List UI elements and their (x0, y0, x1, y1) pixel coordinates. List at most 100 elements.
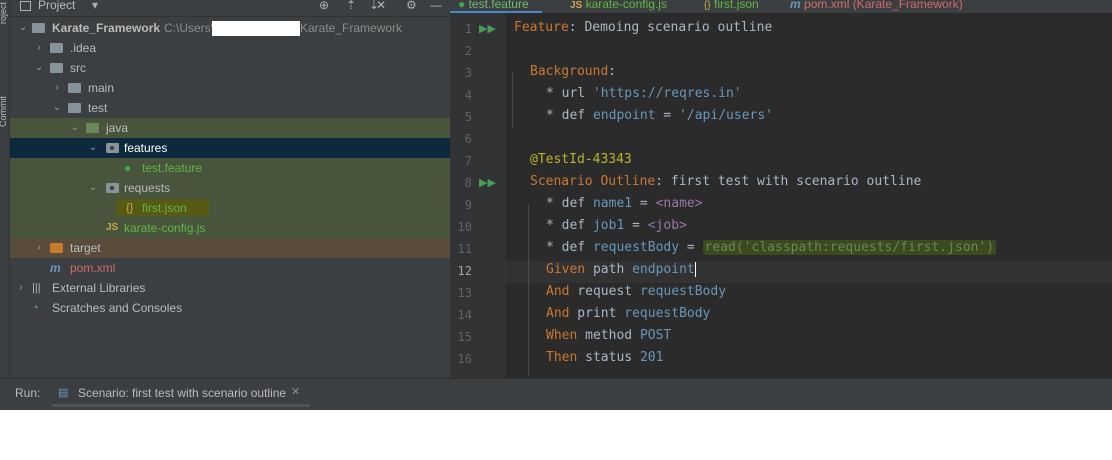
feature-file-icon: ● (458, 0, 466, 11)
code-line-4: * url 'https://reqres.in' (546, 86, 742, 101)
run-icon[interactable]: ▶▶ (479, 176, 496, 189)
tree-item-label: main (88, 81, 115, 95)
code-line-16: Then status 201 (546, 350, 663, 365)
code-editor[interactable]: Feature: Demoing scenario outline Backgr… (506, 13, 1112, 378)
tree-item-karate-framework[interactable]: ⌄ Karate_Framework C:\Users\ Karate_Fram… (10, 18, 450, 38)
tree-item-external-libraries[interactable]: › ||| External Libraries (10, 278, 450, 298)
tree-item-main[interactable]: › main (10, 78, 450, 98)
tree-item-java[interactable]: ⌄ java (10, 118, 450, 138)
tree-item-label: Karate_Framework (52, 21, 161, 35)
gear-icon[interactable]: ⚙ (406, 0, 417, 12)
project-panel-title[interactable]: Project (38, 0, 75, 12)
code-text: = (632, 196, 656, 211)
text-cursor (694, 262, 696, 277)
tree-item-pom[interactable]: m pom.xml (10, 258, 450, 278)
code-line-9: * def name1 = <name> (546, 196, 703, 211)
code-text: = (655, 108, 680, 123)
annotation-tag: @TestId-43343 (530, 152, 632, 167)
tree-item-path-tail: Karate_Framework (300, 21, 403, 35)
code-text: : (608, 64, 617, 79)
package-icon (106, 178, 119, 198)
keyword: Then (546, 350, 578, 365)
tab-first-json[interactable]: {} first.json (704, 0, 759, 11)
expand-all-icon[interactable]: ⇡ (346, 0, 356, 12)
tree-item-requests[interactable]: ⌄ requests (10, 178, 450, 198)
tree-item-idea[interactable]: › .idea (10, 38, 450, 58)
run-tab-label[interactable]: Scenario: first test with scenario outli… (78, 386, 286, 400)
scratches-icon: ◔ (32, 302, 39, 314)
tab-pom-xml[interactable]: m pom.xml (Karate_Framework) (790, 0, 963, 11)
tab-label: test.feature (468, 0, 529, 11)
run-config-icon: ▤ (58, 387, 69, 399)
chevron-down-icon[interactable]: ⌄ (88, 178, 98, 198)
chevron-down-icon[interactable]: ⌄ (52, 98, 62, 118)
chevron-right-icon[interactable]: › (16, 278, 26, 298)
tree-item-first-json[interactable]: {} first.json (10, 198, 450, 218)
project-view-icon (20, 1, 31, 11)
variable: endpoint (632, 262, 695, 277)
line-number: 12 (457, 264, 472, 278)
code-text: status (577, 350, 640, 365)
chevron-right-icon[interactable]: › (52, 78, 62, 98)
close-tab-icon[interactable]: ✕ (291, 385, 300, 398)
close-panel-icon[interactable]: ✕ (376, 0, 386, 12)
tab-karate-config[interactable]: JS karate-config.js (570, 0, 667, 11)
js-file-icon: JS (570, 0, 583, 11)
line-number: 10 (457, 220, 472, 234)
editor-tab-bar: ● test.feature JS karate-config.js {} fi… (450, 0, 1112, 14)
maven-file-icon: m (790, 0, 801, 11)
json-file-icon: {} (126, 202, 134, 214)
fold-guide (528, 205, 529, 375)
tree-item-label: .idea (70, 41, 97, 55)
tree-item-label: karate-config.js (124, 221, 206, 235)
chevron-down-icon[interactable]: ⌄ (88, 138, 98, 158)
line-number: 16 (457, 352, 472, 366)
locate-icon[interactable]: ⊕ (319, 0, 329, 12)
js-file-icon: JS (106, 222, 119, 233)
tree-item-test[interactable]: ⌄ test (10, 98, 450, 118)
chevron-down-icon[interactable]: ⌄ (18, 18, 28, 38)
tree-item-karate-config[interactable]: JS karate-config.js (10, 218, 450, 238)
test-folder-icon (86, 118, 99, 138)
chevron-right-icon[interactable]: › (34, 38, 44, 58)
line-number: 1 (464, 22, 472, 36)
tree-item-features[interactable]: ⌄ features (10, 138, 450, 158)
code-line-1: Feature: Demoing scenario outline (514, 20, 772, 35)
code-text: = (624, 218, 648, 233)
view-dropdown-icon[interactable]: ▾ (92, 0, 98, 12)
tree-item-label: requests (124, 181, 171, 195)
tree-item-label: External Libraries (52, 281, 146, 295)
variable: requestBody (639, 284, 727, 299)
tree-item-src[interactable]: ⌄ src (10, 58, 450, 78)
placeholder: <name> (655, 196, 703, 211)
editor-gutter: 1 ▶▶ 2 3 4 5 6 7 8 ▶▶ 9 10 11 12 13 14 1… (450, 13, 506, 378)
line-number: 7 (464, 154, 472, 168)
line-number: 13 (457, 286, 472, 300)
commit-tool-tab-label[interactable]: Commit (0, 96, 8, 127)
code-text: * def (546, 108, 593, 123)
json-file-icon: {} (704, 0, 711, 11)
tree-item-target[interactable]: › target (10, 238, 450, 258)
tree-item-label: Scratches and Consoles (52, 301, 183, 315)
run-icon[interactable]: ▶▶ (479, 22, 496, 35)
chevron-right-icon[interactable]: › (34, 238, 44, 258)
project-tool-tab-label[interactable]: roject (0, 2, 8, 24)
keyword: Background (530, 64, 609, 79)
hide-panel-icon[interactable]: — (430, 0, 442, 12)
tab-label: first.json (714, 0, 759, 11)
chevron-down-icon[interactable]: ⌄ (70, 118, 80, 138)
line-number: 3 (464, 66, 472, 80)
tree-item-label: first.json (142, 201, 187, 215)
folder-icon (68, 78, 81, 98)
code-text: : first test with scenario outline (655, 174, 922, 189)
code-line-13: And request requestBody (546, 284, 726, 299)
tree-item-label: test.feature (142, 161, 203, 175)
tab-test-feature[interactable]: ● test.feature (458, 0, 529, 11)
fold-guide (512, 73, 513, 127)
tree-item-label: src (70, 61, 86, 75)
placeholder: <job> (647, 218, 687, 233)
ide-window: roject Commit Project ▾ ⊕ ⇡ ⇣ ✕ ⚙ — ⌄ Ka… (0, 0, 1112, 410)
chevron-down-icon[interactable]: ⌄ (34, 58, 44, 78)
tree-item-scratches[interactable]: ◔ Scratches and Consoles (10, 298, 450, 318)
tree-item-test-feature[interactable]: ● test.feature (10, 158, 450, 178)
